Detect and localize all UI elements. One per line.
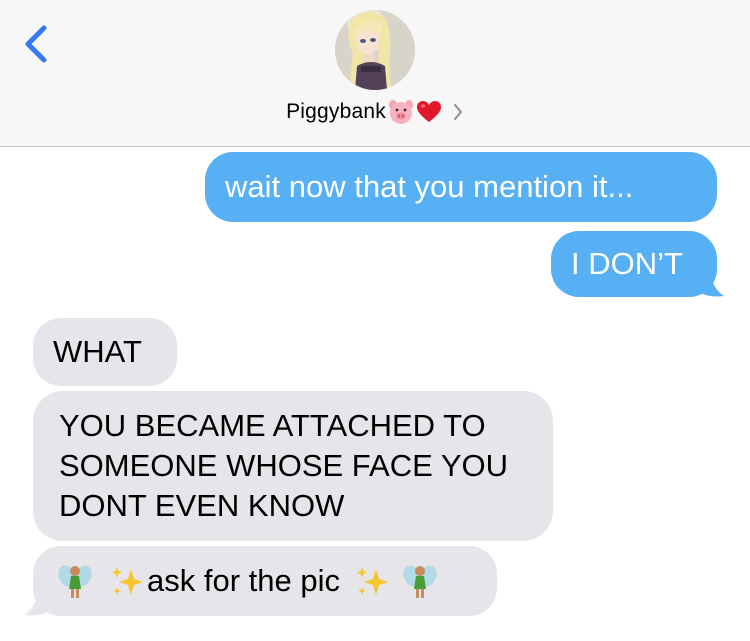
conversation-header: Piggybank bbox=[0, 0, 750, 147]
fairy-icon bbox=[403, 565, 437, 598]
fairy-icon bbox=[58, 565, 92, 598]
back-button[interactable] bbox=[18, 22, 58, 66]
pig-face-icon bbox=[388, 100, 413, 124]
message-text: wait now that you mention it... bbox=[225, 169, 634, 204]
message-text: I DON’T bbox=[571, 246, 683, 281]
message-bubble-received[interactable]: WHAT bbox=[33, 318, 177, 386]
contact-name: Piggybank bbox=[286, 100, 386, 123]
message-text: WHAT bbox=[53, 334, 142, 369]
message-line: SOMEONE WHOSE FACE YOU bbox=[59, 448, 509, 483]
sparkles-icon bbox=[356, 567, 388, 595]
chevron-left-icon bbox=[25, 25, 47, 63]
chevron-right-icon bbox=[453, 104, 462, 120]
message-line: DONT EVEN KNOW bbox=[59, 488, 345, 523]
messages-screen: Piggybank wait now that you mention it.. bbox=[0, 0, 750, 641]
bubble-tail-sent bbox=[696, 272, 724, 297]
avatar-image bbox=[335, 10, 415, 90]
message-bubble-sent[interactable]: wait now that you mention it... bbox=[205, 152, 717, 222]
sparkles-icon bbox=[112, 567, 143, 595]
contact-name-row[interactable]: Piggybank bbox=[0, 96, 750, 128]
bubble-tail-received bbox=[24, 591, 52, 616]
red-heart-icon bbox=[416, 101, 441, 122]
message-bubble-received[interactable]: YOU BECAME ATTACHED TO SOMEONE WHOSE FAC… bbox=[33, 391, 553, 541]
message-text: ask for the pic bbox=[147, 563, 340, 598]
contact-avatar[interactable] bbox=[335, 10, 415, 90]
message-bubble-sent[interactable]: I DON’T bbox=[551, 231, 717, 297]
message-line: YOU BECAME ATTACHED TO bbox=[59, 408, 486, 443]
message-bubble-received[interactable]: ask for the pic bbox=[33, 546, 497, 616]
